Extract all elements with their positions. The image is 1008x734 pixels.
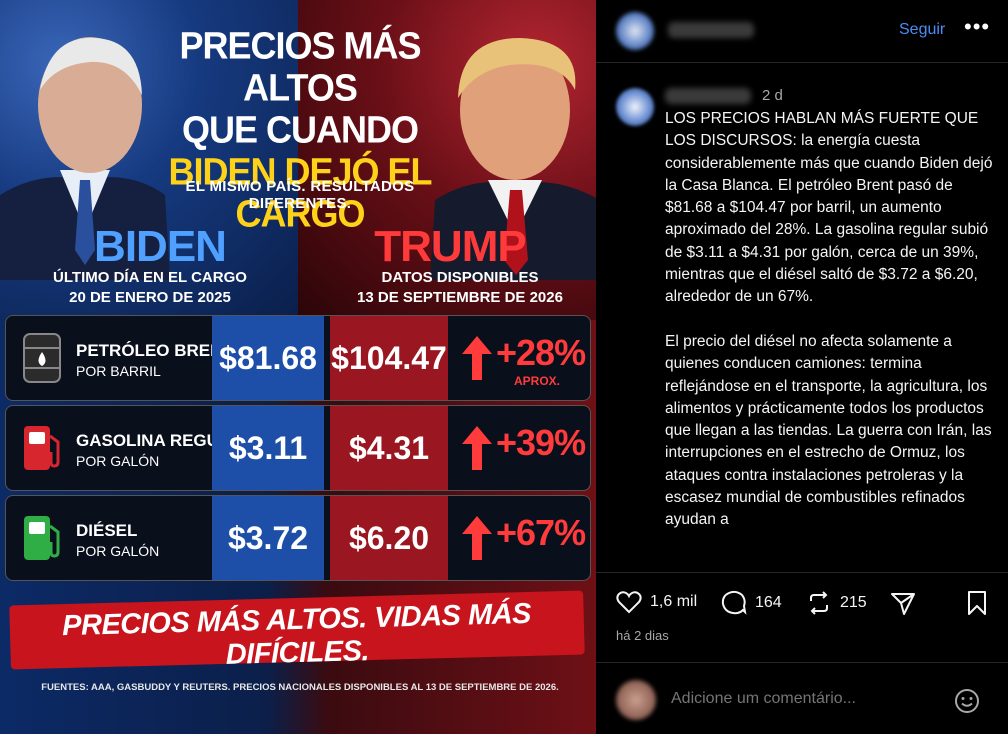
post-header: Seguir ••• [596, 0, 1008, 63]
trump-label: TRUMP [374, 222, 526, 271]
post-date: há 2 dias [616, 628, 669, 643]
row-label-text: PETRÓLEO BRENT [76, 341, 233, 360]
percent-change: +67% [496, 512, 586, 553]
caption-time: 2 d [762, 87, 783, 104]
percent-change: +28% [496, 332, 586, 373]
send-icon[interactable] [890, 590, 916, 616]
current-user-avatar [616, 680, 656, 720]
share-action[interactable] [890, 590, 924, 616]
gas-pump-green-icon [24, 516, 60, 560]
price-row-diesel: DIÉSEL POR GALÓN $3.72 $6.20 +67% [5, 495, 591, 581]
save-action[interactable] [966, 590, 996, 616]
repost-count: 215 [840, 594, 867, 611]
like-count: 1,6 mil [650, 593, 698, 610]
biden-label: BIDEN [94, 222, 227, 271]
oil-barrel-icon [23, 333, 61, 383]
author-name-blurred[interactable] [668, 22, 754, 38]
post-image[interactable]: PRECIOS MÁS ALTOS QUE CUANDO BIDEN DEJÓ … [0, 0, 596, 734]
trump-caption-line-2: 13 DE SEPTIEMBRE DE 2026 [357, 289, 563, 306]
price-row-brent: PETRÓLEO BRENT POR BARRIL $81.68 $104.47… [5, 315, 591, 401]
biden-caption-line-1: ÚLTIMO DÍA EN EL CARGO [53, 269, 247, 286]
divider [596, 572, 1008, 573]
trump-caption: DATOS DISPONIBLES 13 DE SEPTIEMBRE DE 20… [330, 268, 590, 308]
row-label-text: DIÉSEL [76, 521, 138, 540]
row-label: DIÉSEL POR GALÓN [76, 522, 159, 560]
gas-pump-red-icon [24, 426, 60, 470]
biden-caption-line-2: 20 DE ENERO DE 2025 [69, 289, 231, 306]
row-label: PETRÓLEO BRENT POR BARRIL [76, 342, 233, 380]
row-unit: POR GALÓN [76, 543, 160, 559]
repost-icon[interactable] [806, 590, 832, 616]
follow-button[interactable]: Seguir [899, 21, 945, 39]
author-avatar[interactable] [616, 12, 654, 50]
percent-change: +39% [496, 422, 586, 463]
new-price: $6.20 [330, 496, 448, 580]
comment-action[interactable]: 164 [721, 590, 782, 616]
biden-caption: ÚLTIMO DÍA EN EL CARGO 20 DE ENERO DE 20… [20, 268, 280, 308]
comment-input[interactable] [671, 690, 921, 708]
old-price: $3.72 [212, 496, 324, 580]
banner-text: PRECIOS MÁS ALTOS. VIDAS MÁS DIFÍCILES. [61, 597, 532, 671]
new-price: $104.47 [330, 316, 448, 400]
bookmark-icon[interactable] [966, 590, 988, 616]
caption-author-avatar[interactable] [616, 88, 654, 126]
headline-line-1: PRECIOS MÁS ALTOS [179, 23, 421, 110]
headline-line-2: QUE CUANDO [181, 107, 419, 151]
old-price: $81.68 [212, 316, 324, 400]
trump-caption-line-1: DATOS DISPONIBLES [381, 269, 539, 286]
heart-icon[interactable] [616, 590, 642, 614]
like-action[interactable]: 1,6 mil [616, 590, 697, 614]
divider [596, 662, 1008, 663]
up-arrow-icon [462, 516, 492, 560]
post-caption: LOS PRECIOS HABLAN MÁS FUERTE QUE LOS DI… [665, 110, 993, 529]
more-options-icon[interactable]: ••• [964, 14, 990, 40]
sources-note: FUENTES: AAA, GASBUDDY Y REUTERS. PRECIO… [41, 682, 559, 693]
up-arrow-icon [462, 426, 492, 470]
caption-author-name-blurred[interactable] [665, 88, 751, 104]
price-row-gasoline: GASOLINA REGULAR POR GALÓN $3.11 $4.31 +… [5, 405, 591, 491]
comment-bubble-icon[interactable] [721, 590, 747, 616]
emoji-icon[interactable] [954, 688, 980, 714]
new-price: $4.31 [330, 406, 448, 490]
subhead: EL MISMO PAÍS. RESULTADOS DIFERENTES. [185, 178, 415, 212]
post-side-panel: Seguir ••• 2 d LOS PRECIOS HABLAN MÁS FU… [596, 0, 1008, 734]
approx-note: APROX. [514, 374, 561, 388]
old-price: $3.11 [212, 406, 324, 490]
comment-count: 164 [755, 594, 782, 611]
repost-action[interactable]: 215 [806, 590, 867, 616]
up-arrow-icon [462, 336, 492, 380]
row-unit: POR BARRIL [76, 363, 161, 379]
